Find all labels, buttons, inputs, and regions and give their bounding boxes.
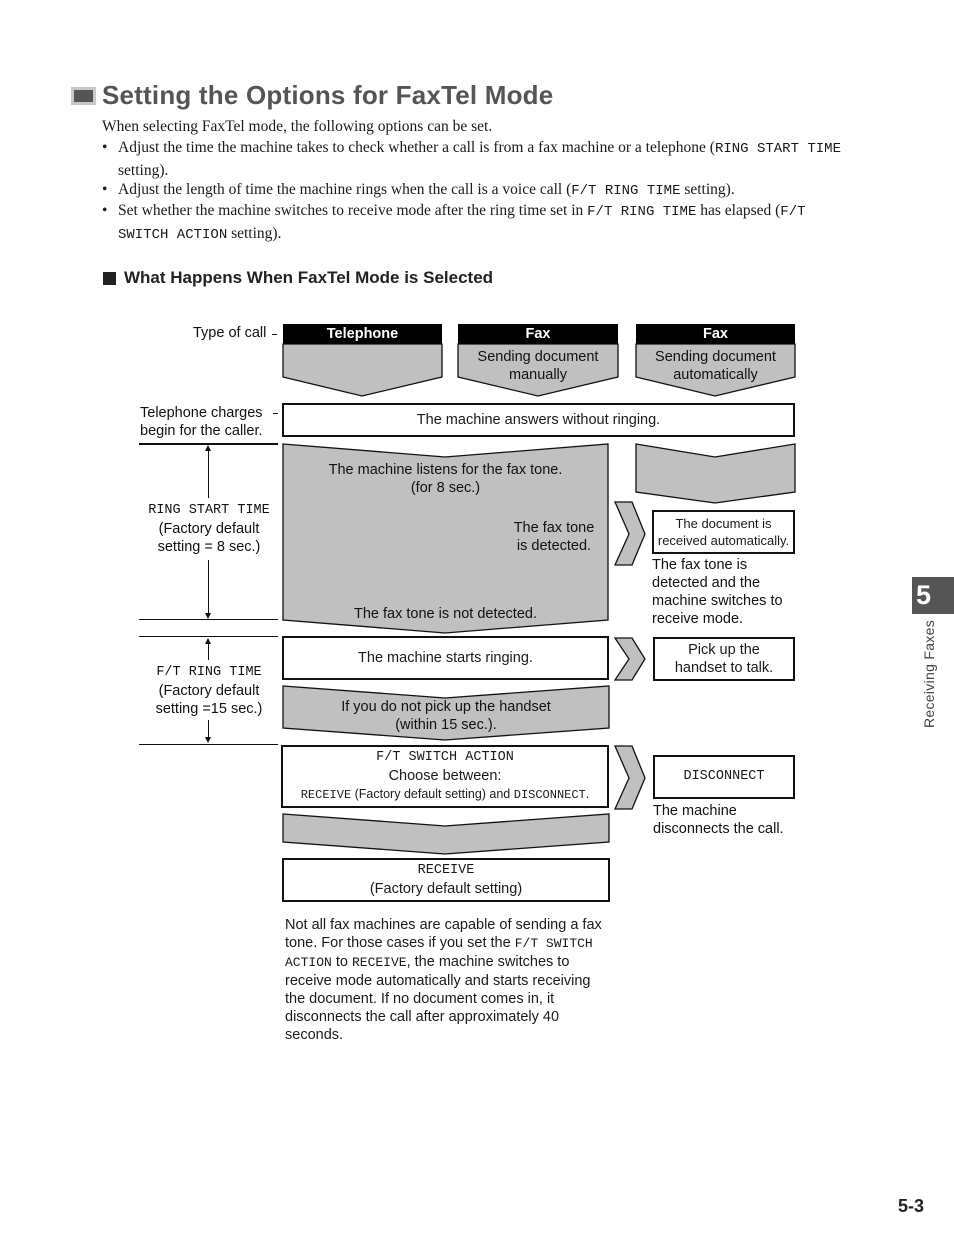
receive-default-line: (Factory default setting) <box>369 881 523 897</box>
listen-text: The machine listens for the fax tone. (f… <box>283 461 608 497</box>
column-header-fax-auto: Fax <box>636 324 795 344</box>
charges-label: Telephone charges begin for the caller. <box>140 404 263 440</box>
fax-manual-subtitle: Sending document manually <box>458 348 618 384</box>
detected-line: The fax tone <box>513 520 595 536</box>
receive-down-arrow <box>282 813 610 855</box>
label-dash <box>273 413 278 414</box>
pickup-line: handset to talk. <box>674 660 774 676</box>
factory-default-line: (Factory default <box>158 521 260 537</box>
receive-default-box: RECEIVE (Factory default setting) <box>282 858 610 902</box>
received-note: The fax tone is detected and the machine… <box>652 556 783 628</box>
setting-code: RECEIVE <box>351 955 407 970</box>
footnote-text: to <box>331 954 352 970</box>
factory-default-line: (Factory default <box>158 683 260 699</box>
no-pickup-line: (within 15 sec.). <box>395 717 497 733</box>
option-receive: RECEIVE <box>300 788 352 802</box>
options-line: RECEIVE (Factory default setting) and DI… <box>301 785 590 804</box>
setting-code: RING START TIME <box>148 503 270 518</box>
fax-tone-detected-text: The fax tone is detected. <box>500 519 608 555</box>
timeline-line <box>208 560 209 615</box>
note-line: receive mode. <box>652 611 744 627</box>
pickup-handset-box: Pick up the handset to talk. <box>653 637 795 681</box>
timeline-line <box>208 642 209 660</box>
ft-ring-time-label: F/T RING TIME (Factory default setting =… <box>139 664 279 718</box>
note-line: The machine <box>653 803 737 819</box>
arrow-down-icon <box>205 737 211 743</box>
fax-detected-chevron-arrow <box>613 501 646 566</box>
timeline-divider <box>139 636 278 637</box>
listen-line: (for 8 sec.) <box>410 480 481 496</box>
note-line: machine switches to <box>652 593 783 609</box>
detected-line: is detected. <box>516 538 592 554</box>
footnote: Not all fax machines are capable of send… <box>285 916 605 1044</box>
no-pickup-line: If you do not pick up the handset <box>341 699 551 715</box>
timeline-divider <box>139 619 278 620</box>
charges-label-line: begin for the caller. <box>140 423 263 439</box>
note-line: detected and the <box>652 575 761 591</box>
option-note: (Factory default setting) and <box>351 787 514 801</box>
option-end: . <box>585 787 590 801</box>
pickup-chevron-arrow <box>613 637 646 681</box>
timeline-line <box>208 448 209 498</box>
column-header-telephone: Telephone <box>283 324 442 344</box>
subtitle-line: automatically <box>673 367 758 383</box>
no-pickup-text: If you do not pick up the handset (withi… <box>283 698 609 734</box>
option-disconnect: DISCONNECT <box>513 788 586 802</box>
document-received-box: The document is received automatically. <box>652 510 795 554</box>
received-line: received automatically. <box>657 533 790 548</box>
chapter-tab-label: Receiving Faxes <box>921 620 937 728</box>
auto-fax-down-arrow <box>635 443 796 504</box>
pickup-line: Pick up the <box>688 642 760 658</box>
subtitle-line: Sending document <box>477 349 599 365</box>
switch-action-box: F/T SWITCH ACTION Choose between: RECEIV… <box>281 745 609 808</box>
factory-default-line: setting =15 sec.) <box>155 701 263 717</box>
chapter-tab-number: 5 <box>912 577 954 614</box>
disconnect-box: DISCONNECT <box>653 755 795 799</box>
setting-code: RECEIVE <box>417 863 475 878</box>
subtitle-line: manually <box>508 367 568 383</box>
starts-ringing-box: The machine starts ringing. <box>282 636 609 680</box>
page-number: 5-3 <box>898 1196 925 1216</box>
listen-line: The machine listens for the fax tone. <box>328 462 563 478</box>
timeline-divider <box>139 744 278 745</box>
answers-without-ringing-box: The machine answers without ringing. <box>282 403 795 437</box>
note-line: disconnects the call. <box>653 821 784 837</box>
fax-auto-subtitle: Sending document automatically <box>636 348 795 384</box>
factory-default-line: setting = 8 sec.) <box>157 539 261 555</box>
fax-tone-not-detected-text: The fax tone is not detected. <box>354 606 537 622</box>
setting-code: F/T RING TIME <box>156 665 262 680</box>
choose-text: Choose between: <box>388 768 502 784</box>
column-header-fax-manual: Fax <box>458 324 618 344</box>
charges-label-line: Telephone charges <box>140 405 263 421</box>
disconnect-chevron-arrow <box>613 745 646 810</box>
ring-start-time-label: RING START TIME (Factory default setting… <box>139 502 279 556</box>
telephone-column-arrow <box>282 343 443 397</box>
subtitle-line: Sending document <box>655 349 776 365</box>
disconnect-note: The machine disconnects the call. <box>653 802 784 838</box>
received-line: The document is <box>675 516 772 531</box>
setting-code: F/T SWITCH ACTION <box>376 750 514 765</box>
note-line: The fax tone is <box>652 557 748 573</box>
